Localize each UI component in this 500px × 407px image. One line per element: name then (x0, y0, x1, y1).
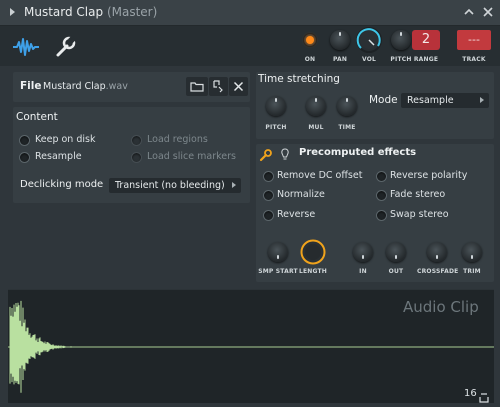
ts-pitch-label: PITCH (265, 124, 287, 131)
in-label: IN (359, 268, 367, 275)
window-title-subtitle: (Master) (106, 5, 158, 19)
range-label: RANGE (413, 56, 439, 63)
reverse-label: Reverse (277, 209, 316, 220)
normalize-radio[interactable] (263, 190, 274, 201)
load-slice-markers-radio[interactable] (131, 152, 142, 163)
precomputed-effects-title: Precomputed effects (299, 147, 417, 158)
mode-dropdown[interactable]: Resample (401, 93, 489, 108)
mode-value: Resample (407, 95, 454, 106)
open-folder-button[interactable] (186, 77, 208, 96)
out-knob[interactable] (386, 242, 406, 262)
file-extension: .wav (105, 81, 128, 92)
resample-radio[interactable] (19, 152, 30, 163)
length-label: LENGTH (298, 268, 328, 275)
pitch-label: PITCH (390, 56, 412, 63)
close-icon (233, 81, 244, 92)
file-search-icon (213, 80, 223, 93)
mode-label: Mode (369, 94, 398, 106)
remove-dc-offset-label: Remove DC offset (277, 170, 363, 181)
time-stretching-panel: Time stretching PITCH MUL TIME Mode Resa… (256, 72, 494, 139)
ts-time-knob[interactable] (337, 96, 357, 116)
content-title: Content (16, 111, 58, 123)
ts-pitch-knob[interactable] (266, 96, 286, 116)
file-name: Mustard Clap.wav (43, 81, 128, 92)
wrench-tab-icon[interactable] (52, 33, 80, 61)
loop-icon[interactable] (479, 388, 489, 403)
track-selector[interactable]: --- (457, 30, 491, 50)
reverse-polarity-label: Reverse polarity (390, 170, 468, 181)
file-panel: File Mustard Clap.wav (13, 72, 250, 102)
time-stretching-title: Time stretching (258, 73, 340, 85)
reverse-radio[interactable] (263, 210, 274, 221)
pan-knob[interactable] (330, 30, 350, 50)
chevron-right-icon (232, 182, 236, 188)
window-title-name: Mustard Clap (24, 5, 104, 19)
load-regions-radio[interactable] (131, 135, 142, 146)
chevron-right-icon (480, 97, 484, 103)
folder-icon (190, 82, 204, 92)
smp-start-label: SMP START (258, 268, 298, 275)
toolbar: ON PAN VOL PITCH 2 RANGE --- TRACK (0, 26, 500, 66)
declicking-mode-dropdown[interactable]: Transient (no bleeding) (109, 178, 241, 193)
keep-on-disk-label: Keep on disk (35, 134, 96, 145)
precomputed-effects-panel: Precomputed effects Remove DC offset Nor… (256, 144, 494, 282)
ts-mul-label: MUL (308, 124, 324, 131)
browse-file-button[interactable] (209, 77, 228, 96)
fade-stereo-label: Fade stereo (390, 189, 446, 200)
file-name-base: Mustard Clap (43, 81, 106, 92)
remove-file-button[interactable] (229, 77, 248, 96)
file-label: File (20, 80, 42, 92)
range-value[interactable]: 2 (412, 30, 440, 50)
resample-label: Resample (35, 151, 82, 162)
load-slice-markers-label: Load slice markers (147, 151, 236, 162)
title-bar: Mustard Clap (Master) (0, 0, 500, 26)
window-title: Mustard Clap (Master) (24, 5, 157, 19)
wrench-icon[interactable] (259, 147, 273, 162)
in-knob[interactable] (353, 242, 373, 262)
vol-label: VOL (361, 56, 377, 63)
waveform-tab-icon[interactable] (12, 33, 40, 61)
content-panel: Content Keep on disk Resample Load regio… (13, 107, 250, 203)
on-button[interactable] (303, 33, 317, 47)
fade-stereo-radio[interactable] (376, 190, 387, 201)
length-knob[interactable] (300, 239, 326, 265)
ts-time-label: TIME (338, 124, 356, 131)
crossfade-label: CROSSFADE (417, 268, 459, 275)
remove-dc-offset-radio[interactable] (263, 171, 274, 182)
audio-clip-watermark: Audio Clip (403, 298, 479, 316)
declicking-mode-value: Transient (no bleeding) (115, 180, 225, 191)
trim-label: TRIM (463, 268, 481, 275)
bulb-icon[interactable] (280, 147, 290, 161)
swap-stereo-radio[interactable] (376, 210, 387, 221)
close-icon[interactable] (481, 5, 495, 19)
normalize-label: Normalize (277, 189, 325, 200)
track-label: TRACK (462, 56, 486, 63)
pitch-knob[interactable] (391, 30, 411, 50)
waveform-display[interactable]: Audio Clip 16 (8, 289, 494, 403)
detach-icon[interactable] (462, 5, 476, 19)
window-menu-arrow-icon[interactable] (10, 8, 15, 16)
on-label: ON (304, 56, 316, 63)
out-label: OUT (388, 268, 404, 275)
reverse-polarity-radio[interactable] (376, 171, 387, 182)
keep-on-disk-radio[interactable] (19, 135, 30, 146)
ts-mul-knob[interactable] (306, 96, 326, 116)
smp-start-knob[interactable] (268, 242, 288, 262)
crossfade-knob[interactable] (427, 242, 447, 262)
pan-label: PAN (332, 56, 348, 63)
swap-stereo-label: Swap stereo (390, 209, 449, 220)
trim-knob[interactable] (462, 242, 482, 262)
declicking-mode-label: Declicking mode (20, 179, 104, 190)
load-regions-label: Load regions (147, 134, 208, 145)
page-number: 16 (464, 388, 477, 399)
vol-knob[interactable] (356, 27, 382, 53)
